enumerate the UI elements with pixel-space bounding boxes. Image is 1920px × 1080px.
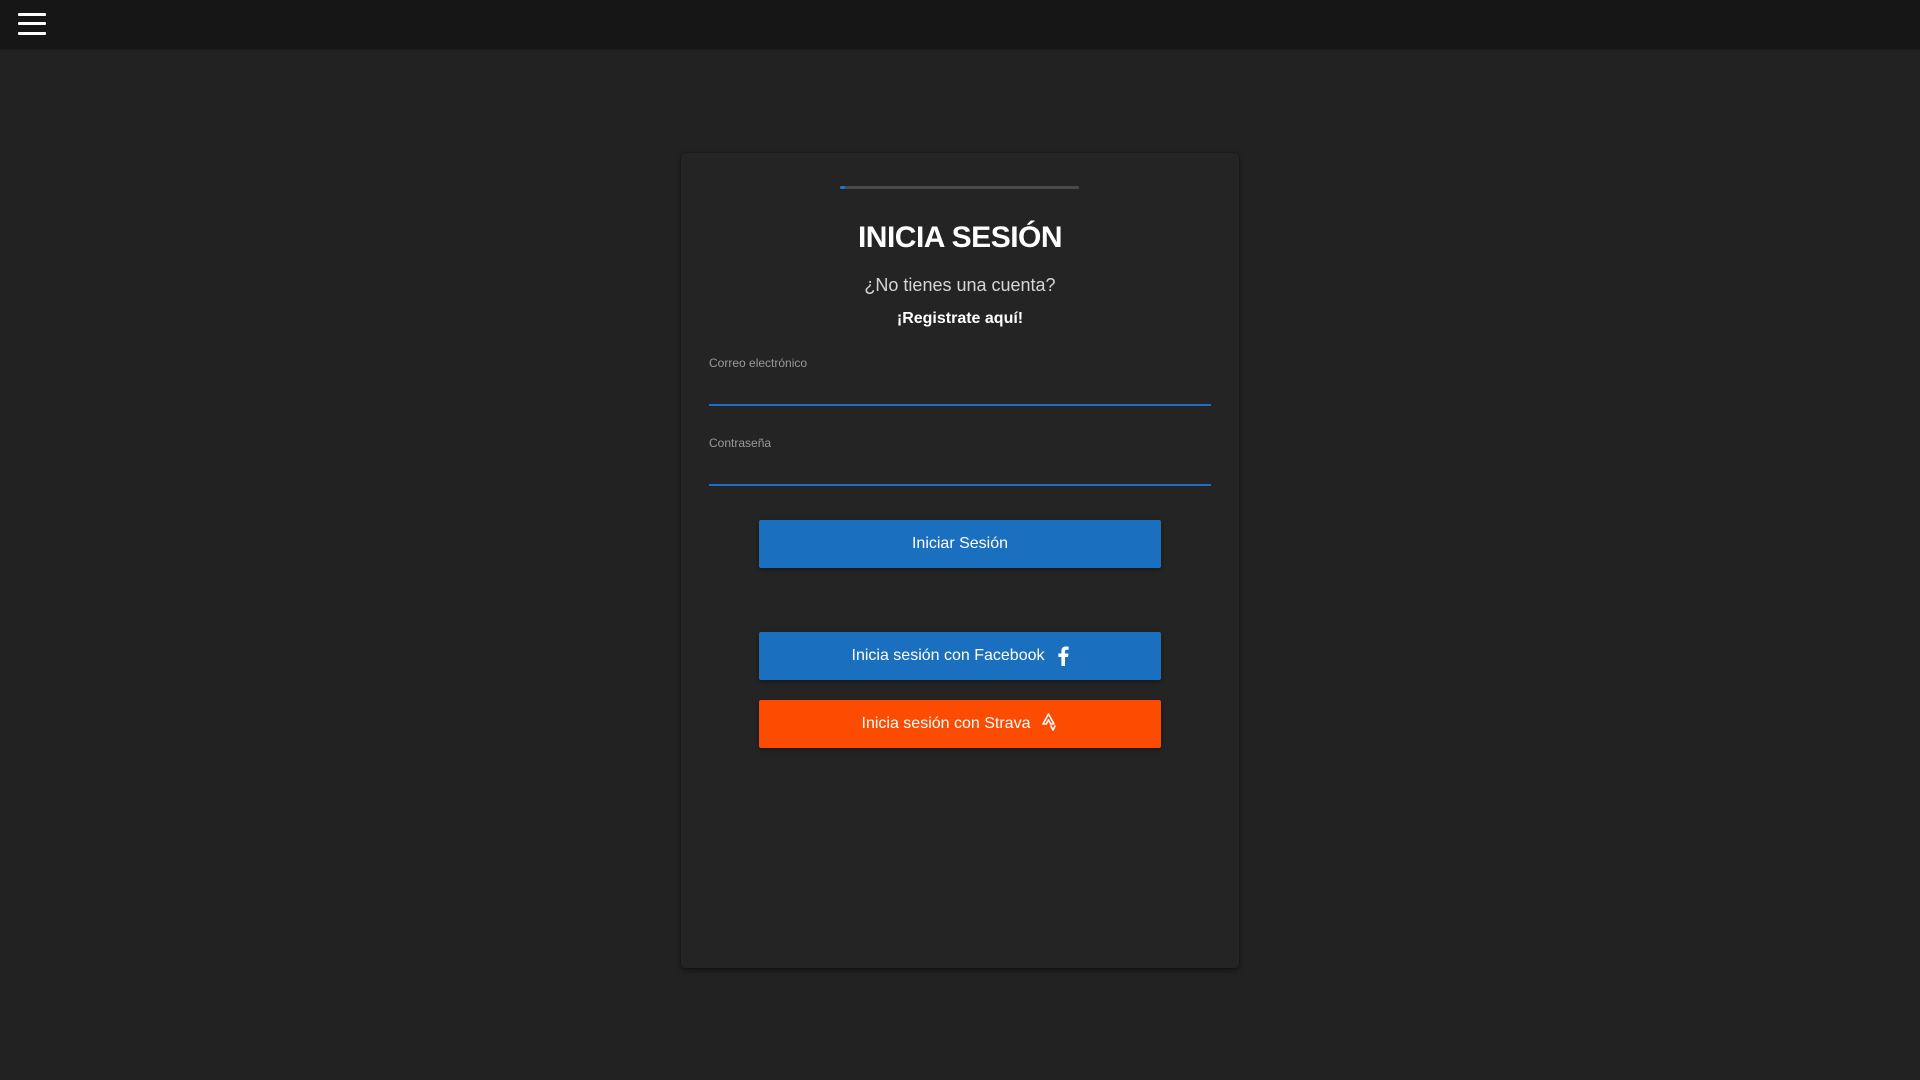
password-field-label: Contraseña <box>709 436 772 450</box>
login-button-label: Iniciar Sesión <box>911 535 1009 552</box>
password-input[interactable] <box>709 456 1211 486</box>
facebook-login-button[interactable]: Inicia sesión con Facebook <box>759 632 1161 680</box>
login-progress-fill <box>840 186 845 189</box>
email-field-label: Correo electrónico <box>709 356 808 370</box>
login-progress-bar <box>840 186 1079 189</box>
email-field: Correo electrónico <box>709 356 1211 410</box>
strava-login-button[interactable]: Inicia sesión con Strava <box>759 700 1161 748</box>
menu-line <box>18 22 46 25</box>
facebook-login-label: Inicia sesión con Facebook <box>851 647 1045 664</box>
menu-line <box>18 32 46 35</box>
strava-logo-icon <box>1042 713 1058 735</box>
hamburger-menu-icon[interactable] <box>18 11 46 37</box>
login-card: INICIA SESIÓN ¿No tienes una cuenta? ¡Re… <box>681 153 1239 968</box>
password-field: Contraseña <box>709 436 1211 490</box>
login-button[interactable]: Iniciar Sesión <box>759 520 1161 568</box>
top-app-bar <box>0 0 1920 48</box>
menu-line <box>18 13 46 16</box>
strava-login-label: Inicia sesión con Strava <box>861 715 1031 732</box>
register-link[interactable]: ¡Registrate aquí! <box>681 310 1239 328</box>
page-title: INICIA SESIÓN <box>857 221 1063 254</box>
facebook-f-icon <box>1057 646 1069 666</box>
email-input[interactable] <box>709 376 1211 406</box>
no-account-text: ¿No tienes una cuenta? <box>864 275 1056 295</box>
